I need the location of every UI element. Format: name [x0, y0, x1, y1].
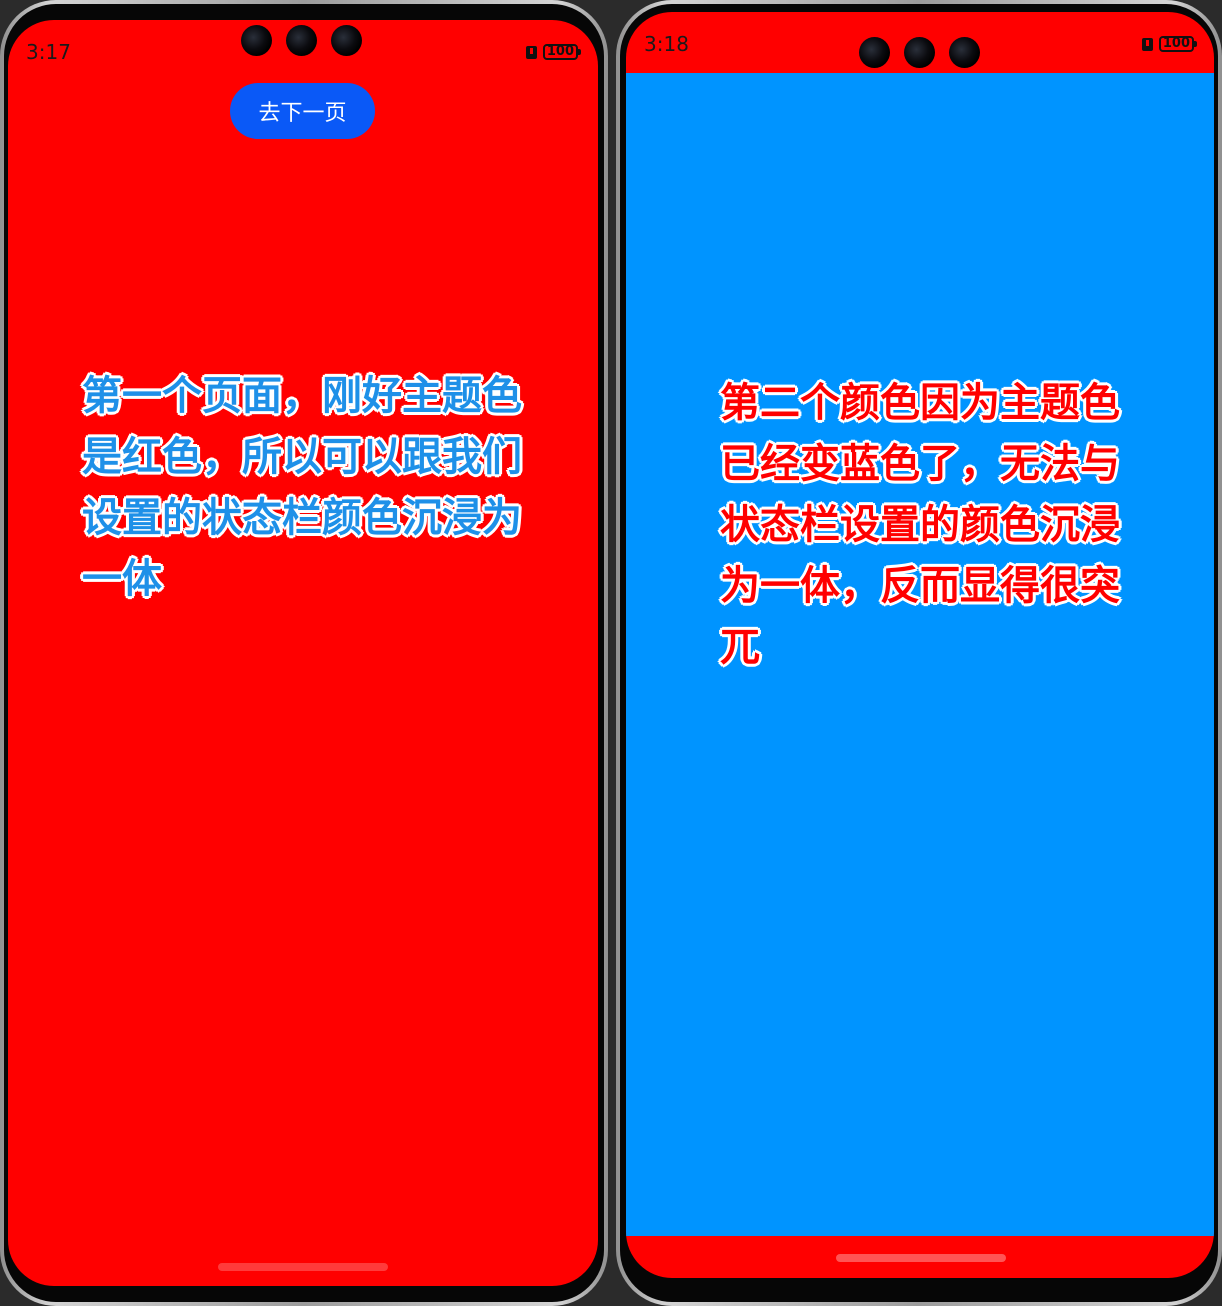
battery-icon: 100: [542, 44, 582, 60]
home-indicator[interactable]: [218, 1263, 388, 1271]
home-indicator[interactable]: [836, 1254, 1006, 1262]
status-time: 3:18: [644, 32, 689, 56]
screen-right: 3:18 100 第二个颜色因为主题色已经变蓝色了，无法与状态栏设置的颜色沉浸为…: [626, 12, 1214, 1278]
status-time: 3:17: [26, 40, 71, 64]
camera-lens-icon: [949, 37, 980, 68]
next-page-button[interactable]: 去下一页: [230, 83, 375, 139]
camera-cutout-left: [241, 25, 362, 56]
status-icons: 100: [1141, 36, 1198, 52]
camera-lens-icon: [859, 37, 890, 68]
camera-lens-icon: [904, 37, 935, 68]
camera-lens-icon: [331, 25, 362, 56]
status-icons: 100: [525, 44, 582, 60]
battery-icon: 100: [1158, 36, 1198, 52]
content-area: 第二个颜色因为主题色已经变蓝色了，无法与状态栏设置的颜色沉浸为一体，反而显得很突…: [626, 73, 1214, 1236]
page-caption: 第二个颜色因为主题色已经变蓝色了，无法与状态栏设置的颜色沉浸为一体，反而显得很突…: [720, 380, 1120, 670]
camera-lens-icon: [241, 25, 272, 56]
sim-alert-icon: [525, 45, 537, 59]
page-caption: 第一个页面，刚好主题色是红色，所以可以跟我们设置的状态栏颜色沉浸为一体: [82, 373, 522, 602]
screen-left: 3:17 100 去下一页 第一个页面，刚好主题色是红色，所以可以跟我们设置的状…: [8, 20, 598, 1286]
camera-lens-icon: [286, 25, 317, 56]
sim-alert-icon: [1141, 37, 1153, 51]
camera-cutout-right: [859, 37, 980, 68]
